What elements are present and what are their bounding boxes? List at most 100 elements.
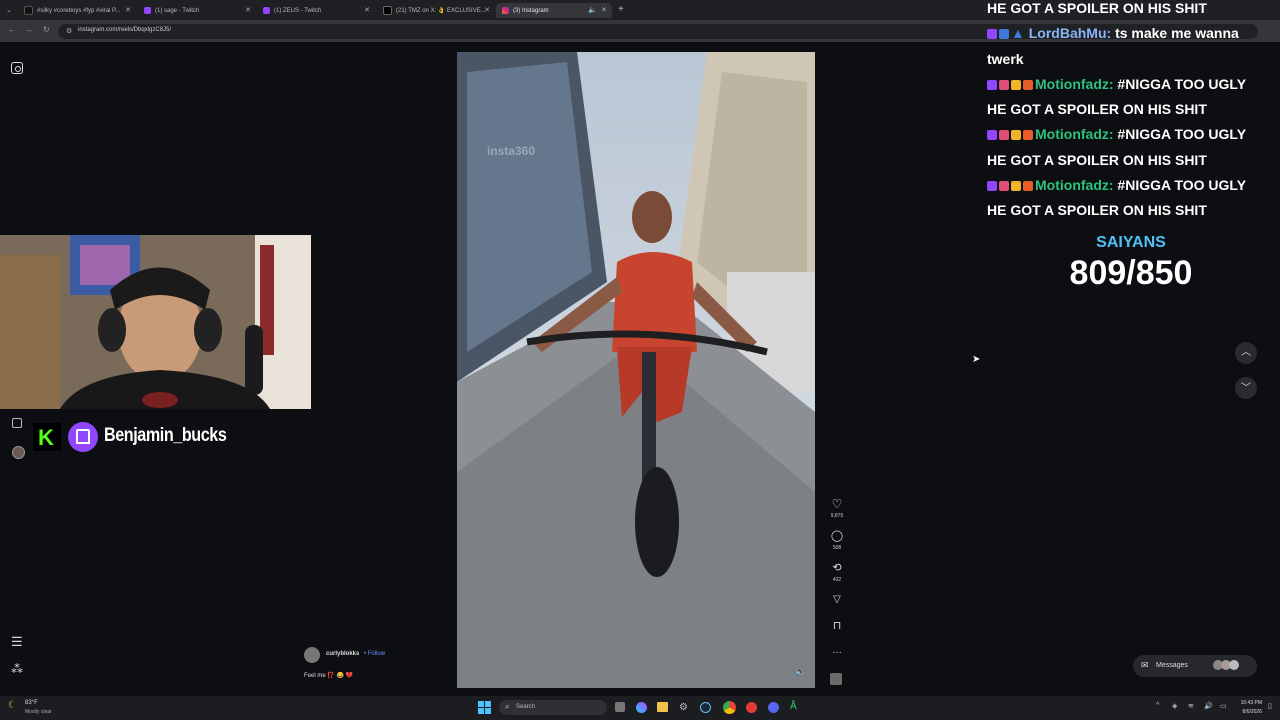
badge-icon <box>999 181 1009 191</box>
sub-badge-icon <box>987 80 997 90</box>
sub-badge-icon <box>987 181 997 191</box>
goal-progress: 809/850 <box>1069 254 1193 292</box>
weather-icon[interactable]: ☾ <box>8 700 17 711</box>
tiktok-icon <box>24 6 33 15</box>
tab-twitch-zeus[interactable]: (1) ZEUS - Twitch ✕ <box>257 3 375 18</box>
audio-playing-icon[interactable]: 🔈 <box>588 6 597 14</box>
wifi-icon[interactable]: ≋ <box>1188 702 1194 710</box>
task-view-icon[interactable] <box>615 702 625 712</box>
like-heart-icon[interactable]: ♡ <box>829 497 845 511</box>
badge-icon <box>1023 130 1033 140</box>
battery-icon[interactable]: ▭ <box>1220 702 1227 710</box>
close-tab-icon[interactable]: ✕ <box>245 6 251 14</box>
chat-line: HE GOT A SPOILER ON HIS SHIT <box>987 0 1207 16</box>
chat-username: LordBahMu: <box>1028 25 1112 41</box>
emoji-badge-icon <box>1011 80 1021 90</box>
chat-line: HE GOT A SPOILER ON HIS SHIT <box>987 202 1207 218</box>
messages-button[interactable]: ✉ Messages <box>1133 655 1257 677</box>
follow-link[interactable]: • Follow <box>364 651 385 657</box>
app-icon[interactable] <box>746 702 757 713</box>
badge-icon <box>999 29 1009 39</box>
next-reel-chevron-down-icon[interactable]: ﹀ <box>1235 377 1257 399</box>
close-tab-icon[interactable]: ✕ <box>125 6 131 14</box>
webcam-feed <box>0 235 311 409</box>
tab-list-chevron-icon[interactable]: ⌄ <box>6 6 12 14</box>
emoji-badge-icon <box>1011 181 1021 191</box>
messages-icon: ✉ <box>1141 660 1149 670</box>
meta-apps-icon[interactable]: ⁂ <box>11 662 23 676</box>
mute-icon[interactable]: 🔈 <box>795 667 805 676</box>
steam-icon[interactable] <box>700 702 711 713</box>
badge-icon <box>999 130 1009 140</box>
profile-avatar[interactable] <box>12 446 25 459</box>
windows-start-icon[interactable] <box>478 701 491 714</box>
chat-line: twerk <box>987 51 1024 67</box>
settings-gear-icon[interactable]: ⚙ <box>679 702 688 713</box>
instagram-logo-icon[interactable] <box>11 62 23 74</box>
twitch-logo-icon <box>68 422 98 452</box>
previous-reel-chevron-up-icon[interactable]: ︿ <box>1235 342 1257 364</box>
copilot-icon[interactable] <box>636 702 647 713</box>
chat-message: ▲ LordBahMu: ts make me wanna <box>987 25 1239 41</box>
comment-icon[interactable]: ◯ <box>829 529 845 542</box>
dashboard-icon[interactable] <box>12 418 22 428</box>
tab-title: (1) ZEUS - Twitch <box>274 7 322 14</box>
twitch-icon <box>263 7 270 14</box>
menu-icon[interactable]: ☰ <box>11 634 23 650</box>
network-icon[interactable]: ◈ <box>1172 702 1177 710</box>
author-username[interactable]: curlyblokks <box>326 651 359 657</box>
tray-overflow-chevron-icon[interactable]: ^ <box>1156 702 1159 709</box>
chat-username: Motionfadz: <box>1035 76 1114 92</box>
chat-text: #NIGGA TOO UGLY <box>1117 177 1247 193</box>
close-tab-icon[interactable]: ✕ <box>484 6 490 14</box>
volume-icon[interactable]: 🔊 <box>1204 702 1213 710</box>
share-icon[interactable]: ▽ <box>829 594 845 605</box>
x-logo-icon <box>383 6 392 15</box>
notifications-icon[interactable]: ▯ <box>1268 702 1272 710</box>
discord-icon[interactable] <box>768 702 779 713</box>
reload-icon[interactable]: ↻ <box>43 25 50 34</box>
audio-track-thumbnail[interactable] <box>830 673 842 685</box>
kick-logo-icon: K <box>33 423 61 451</box>
save-bookmark-icon[interactable]: ⊓ <box>829 619 845 632</box>
clock-time[interactable]: 10:43 PM <box>1234 700 1262 706</box>
chat-text: #NIGGA TOO UGLY <box>1117 126 1247 142</box>
chat-line: HE GOT A SPOILER ON HIS SHIT <box>987 152 1207 168</box>
close-tab-icon[interactable]: ✕ <box>601 6 607 14</box>
tab-instagram[interactable]: (3) Instagram 🔈 ✕ <box>496 3 612 18</box>
reel-caption: Feel me ⁉️ 😂 💔 <box>304 673 354 679</box>
tab-tiktok[interactable]: #silky #coreboys #fyp #viral P... ✕ <box>18 3 136 18</box>
back-icon[interactable]: ← <box>8 25 16 34</box>
message-avatar <box>1229 660 1239 670</box>
author-avatar[interactable] <box>304 647 320 663</box>
close-tab-icon[interactable]: ✕ <box>364 6 370 14</box>
badge-icon <box>999 80 1009 90</box>
sub-badge-icon <box>987 29 997 39</box>
url-text: instagram.com/reels/DbqxlgzC8J5/ <box>78 27 172 33</box>
chat-line: HE GOT A SPOILER ON HIS SHIT <box>987 101 1207 117</box>
badge-icon: ▲ <box>1011 25 1029 41</box>
search-icon: ⌕ <box>505 702 510 711</box>
comment-count: 508 <box>832 545 842 551</box>
new-tab-icon[interactable]: + <box>618 4 624 15</box>
more-options-icon[interactable]: … <box>829 645 845 656</box>
badge-icon <box>1023 80 1033 90</box>
chat-message: Motionfadz: #NIGGA TOO UGLY <box>987 177 1246 193</box>
sub-badge-icon <box>987 130 997 140</box>
chat-message: Motionfadz: #NIGGA TOO UGLY <box>987 76 1246 92</box>
tab-x-tmz[interactable]: (21) TMZ on X: 👌 EXCLUSIVE... ✕ <box>377 3 495 18</box>
forward-icon[interactable]: → <box>25 25 33 34</box>
tab-twitch-sage[interactable]: (1) sage - Twitch ✕ <box>138 3 256 18</box>
site-info-icon[interactable]: ⚙ <box>66 27 72 35</box>
like-count: 9,875 <box>830 513 844 519</box>
reel-video[interactable]: insta360 🔈 <box>457 52 815 688</box>
tab-title: #silky #coreboys #fyp #viral P... <box>37 7 121 14</box>
chrome-icon[interactable] <box>723 701 736 714</box>
messages-label: Messages <box>1156 662 1188 669</box>
clock-date[interactable]: 8/6/2026 <box>1234 709 1262 715</box>
taskbar-search-box[interactable]: ⌕ Search <box>499 700 607 715</box>
repost-icon[interactable]: ⟲ <box>829 561 845 574</box>
chat-text: ts make me wanna <box>1115 25 1239 41</box>
file-explorer-icon[interactable] <box>657 702 668 712</box>
app-icon[interactable]: Å <box>790 701 797 712</box>
